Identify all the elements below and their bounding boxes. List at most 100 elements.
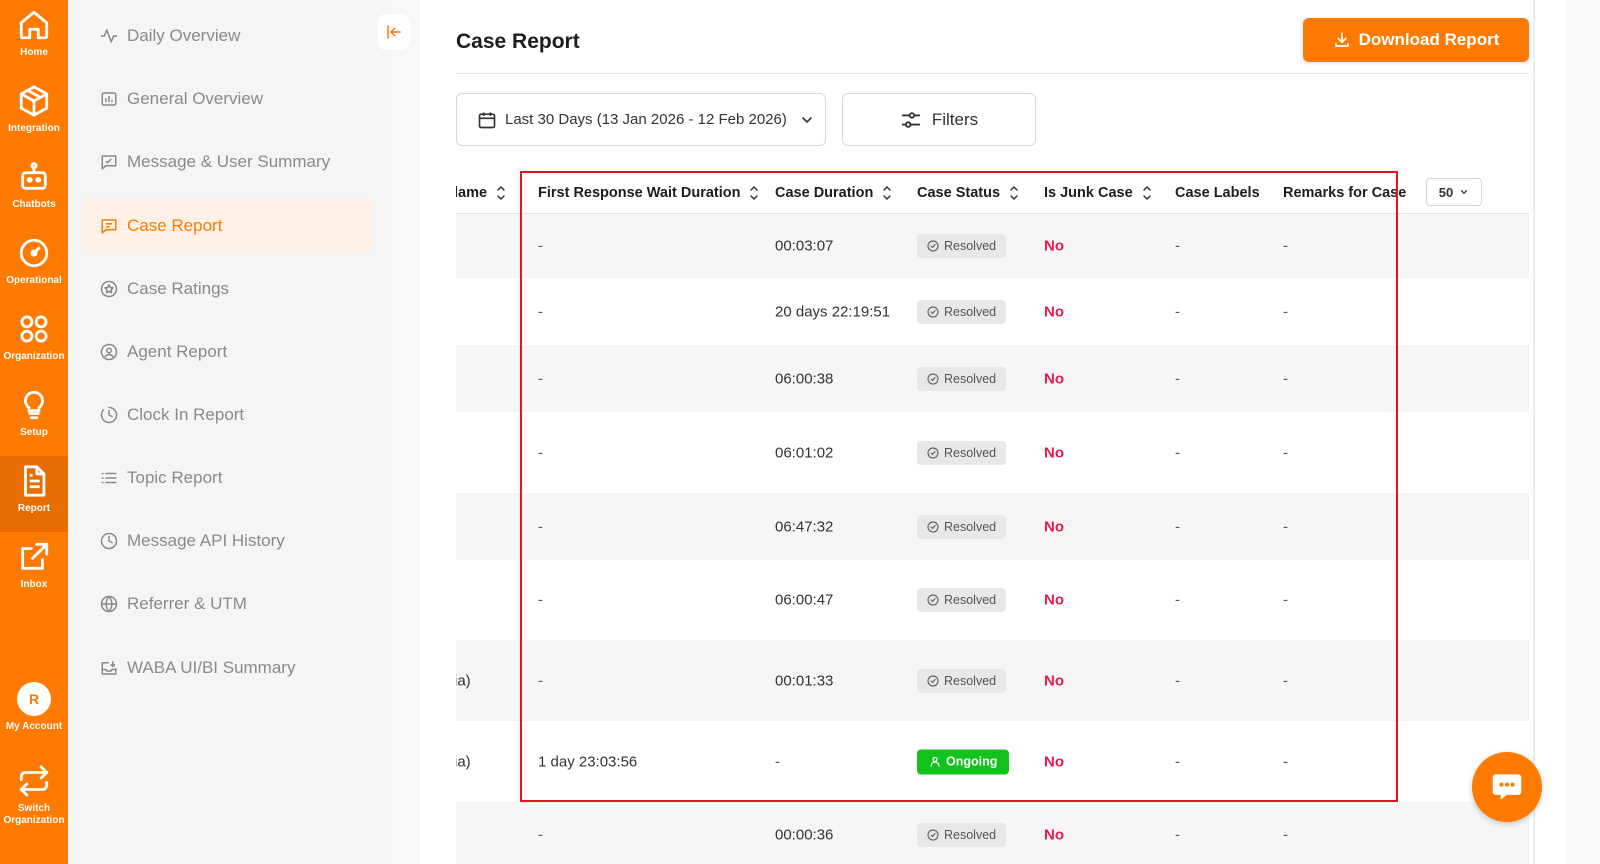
check-circle-icon bbox=[927, 240, 939, 252]
subnav-item-daily-overview[interactable]: Daily Overview bbox=[82, 9, 372, 63]
subnav-item-case-ratings[interactable]: Case Ratings bbox=[82, 262, 372, 316]
cell-first-response: - bbox=[538, 444, 543, 461]
column-header-is-junk-case[interactable]: Is Junk Case bbox=[1044, 172, 1153, 214]
rail-label-integration: Integration bbox=[8, 123, 60, 134]
subnav-item-agent-report[interactable]: Agent Report bbox=[82, 325, 372, 379]
filters-button[interactable]: Filters bbox=[842, 93, 1036, 146]
subnav-item-topic-report[interactable]: Topic Report bbox=[82, 451, 372, 505]
cell-case-status: Resolved bbox=[917, 299, 1007, 324]
cell-case-duration: 20 days 22:19:51 bbox=[775, 303, 891, 320]
rail-item-chatbots[interactable]: Chatbots bbox=[0, 152, 68, 228]
chat-widget-button[interactable] bbox=[1472, 752, 1542, 822]
cell-remarks: - bbox=[1283, 370, 1288, 387]
rail-item-integration[interactable]: Integration bbox=[0, 76, 68, 152]
subnav-item-referrer-utm[interactable]: Referrer & UTM bbox=[82, 577, 372, 631]
page-title: Case Report bbox=[456, 30, 580, 53]
subnav-item-waba-summary[interactable]: WABA UI/BI Summary bbox=[82, 641, 372, 695]
subnav-label: Daily Overview bbox=[127, 26, 241, 45]
table-row[interactable]: - 06:01:02 Resolved No - - bbox=[456, 412, 1529, 493]
column-header-first-response[interactable]: First Response Wait Duration bbox=[538, 172, 760, 214]
table-row[interactable]: - 20 days 22:19:51 Resolved No - - bbox=[456, 278, 1529, 345]
chat-bubble-icon bbox=[1492, 774, 1522, 800]
cell-case-status: Ongoing bbox=[917, 749, 1010, 774]
check-circle-icon bbox=[927, 594, 939, 606]
subnav-label: Message & User Summary bbox=[127, 152, 331, 171]
subnav-item-message-user-summary[interactable]: Message & User Summary bbox=[82, 135, 372, 189]
star-icon bbox=[100, 280, 118, 298]
rail-item-organization[interactable]: Organization bbox=[0, 304, 68, 380]
table-row[interactable]: - 00:00:36 Resolved No - - bbox=[456, 802, 1529, 864]
cell-case-duration: 06:00:38 bbox=[775, 370, 834, 387]
sort-icon bbox=[497, 185, 505, 201]
cell-case-duration: 00:00:36 bbox=[775, 826, 834, 844]
rail-item-setup[interactable]: Setup bbox=[0, 380, 68, 456]
avatar: R bbox=[17, 682, 51, 716]
download-report-button[interactable]: Download Report bbox=[1303, 18, 1529, 62]
user-icon bbox=[930, 756, 940, 767]
table-row[interactable]: - 06:00:38 Resolved No - - bbox=[456, 345, 1529, 412]
download-report-label: Download Report bbox=[1358, 30, 1500, 49]
rail-item-home[interactable]: Home bbox=[0, 0, 68, 76]
column-header-name[interactable]: lame bbox=[456, 172, 507, 214]
switch-arrows-icon bbox=[19, 765, 49, 797]
rail-label-home: Home bbox=[20, 47, 48, 58]
chevron-down-icon bbox=[802, 116, 812, 123]
cell-case-status: Resolved bbox=[917, 234, 1007, 258]
report-subnav: Daily Overview General Overview Message … bbox=[68, 0, 386, 864]
rail-label-operational: Operational bbox=[6, 275, 62, 286]
date-range-select[interactable]: Last 30 Days (13 Jan 2026 - 12 Feb 2026) bbox=[456, 93, 826, 146]
rail-item-my-account[interactable]: R My Account bbox=[0, 674, 68, 750]
cell-case-duration: - bbox=[775, 753, 780, 770]
cell-is-junk: No bbox=[1044, 826, 1064, 844]
inbox-icon bbox=[101, 661, 117, 675]
status-badge: Resolved bbox=[917, 299, 1007, 324]
cell-first-response: - bbox=[538, 518, 543, 535]
cell-is-junk: No bbox=[1044, 370, 1064, 387]
rail-item-operational[interactable]: Operational bbox=[0, 228, 68, 304]
table-row[interactable]: - 00:03:07 Resolved No - - bbox=[456, 214, 1529, 278]
subnav-label: Case Report bbox=[127, 216, 223, 235]
status-badge: Resolved bbox=[917, 366, 1007, 391]
rail-item-switch-organization[interactable]: Switch Organization bbox=[0, 756, 68, 846]
column-header-remarks: Remarks for Case bbox=[1283, 185, 1407, 201]
status-badge: Ongoing bbox=[917, 749, 1010, 774]
check-circle-icon bbox=[927, 372, 939, 385]
cell-labels: - bbox=[1175, 672, 1180, 689]
gauge-icon bbox=[19, 238, 49, 268]
column-header-case-status[interactable]: Case Status bbox=[917, 172, 1020, 214]
table-row[interactable]: ia) 1 day 23:03:56 - Ongoing No - - bbox=[456, 721, 1529, 802]
cell-remarks: - bbox=[1283, 518, 1288, 535]
document-icon bbox=[24, 465, 46, 497]
rail-item-report[interactable]: Report bbox=[0, 456, 68, 532]
cell-labels: - bbox=[1175, 370, 1180, 387]
table-row[interactable]: - 06:00:47 Resolved No - - bbox=[456, 560, 1529, 640]
subnav-item-clock-in-report[interactable]: Clock In Report bbox=[82, 388, 372, 442]
subnav-item-general-overview[interactable]: General Overview bbox=[82, 72, 372, 126]
cell-case-status: Resolved bbox=[917, 588, 1007, 612]
table-row[interactable]: - 06:47:32 Resolved No - - bbox=[456, 493, 1529, 560]
collapse-sidebar-button[interactable] bbox=[378, 14, 410, 50]
subnav-item-case-report[interactable]: Case Report bbox=[82, 199, 372, 253]
cell-case-duration: 00:01:33 bbox=[775, 672, 834, 689]
cell-first-response: - bbox=[538, 672, 543, 689]
subnav-item-message-api-history[interactable]: Message API History bbox=[82, 514, 372, 568]
collapse-left-icon bbox=[387, 25, 401, 39]
rail-item-inbox[interactable]: Inbox bbox=[0, 532, 68, 608]
rows-per-page-select[interactable]: 50 bbox=[1426, 178, 1482, 206]
cell-remarks: - bbox=[1283, 303, 1288, 320]
page-scrollbar[interactable] bbox=[1533, 0, 1535, 864]
check-circle-icon bbox=[927, 520, 939, 533]
list-icon bbox=[101, 472, 117, 484]
column-header-case-duration[interactable]: Case Duration bbox=[775, 172, 893, 214]
rail-label-inbox: Inbox bbox=[20, 579, 48, 590]
table-header: lame First Response Wait Duration Case D… bbox=[456, 172, 1529, 214]
cell-case-status: Resolved bbox=[917, 514, 1007, 539]
cell-is-junk: No bbox=[1044, 591, 1064, 609]
cell-is-junk: No bbox=[1044, 518, 1064, 535]
message-square-icon bbox=[101, 155, 117, 170]
cell-case-status: Resolved bbox=[917, 823, 1007, 847]
cell-name: ia) bbox=[456, 753, 471, 770]
table-row[interactable]: ia) - 00:01:33 Resolved No - - bbox=[456, 640, 1529, 721]
cell-first-response: - bbox=[538, 591, 543, 609]
filters-label: Filters bbox=[931, 109, 979, 129]
